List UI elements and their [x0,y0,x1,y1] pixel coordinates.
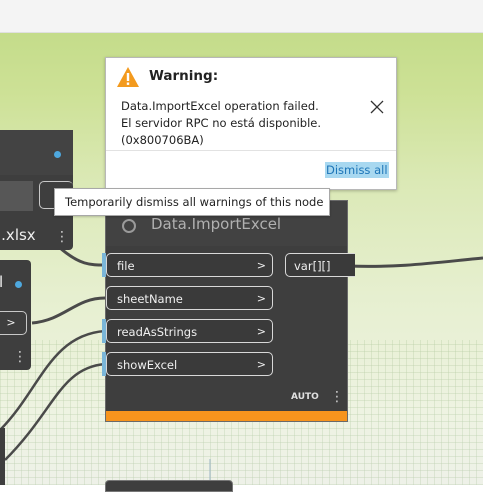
port-marker [102,253,106,277]
node-menu-icon[interactable]: ⋮ [330,390,344,404]
node-menu-icon[interactable]: ⋮ [55,230,69,244]
port-label: readAsStrings [117,325,198,339]
chevron-right-icon: > [6,316,16,329]
port-label: file [117,259,135,273]
input-port-file[interactable]: file > [102,253,273,277]
lacing-label: AUTO [291,392,319,402]
node-header [0,130,73,175]
node-menu-icon[interactable]: ⋮ [13,350,27,364]
input-port-readasstrings[interactable]: readAsStrings > [102,319,273,343]
node-title: l [0,273,4,291]
port-marker [102,352,106,376]
port-label: showExcel [117,358,178,372]
warning-popup: Warning: Data.ImportExcel operation fail… [105,57,397,190]
chevron-right-icon: > [256,358,266,371]
warning-message-line1: Data.ImportExcel operation failed. [121,99,319,113]
status-dot [54,151,61,158]
port-label: var[][] [294,259,331,273]
input-port-sheetname[interactable]: sheetName > [106,286,273,310]
dismiss-all-button[interactable]: Dismiss all [325,162,389,178]
input-port-showexcel[interactable]: showExcel > [102,352,273,376]
path-field[interactable] [0,181,33,211]
wire-showexcel [4,362,106,461]
divider [106,150,396,151]
output-port[interactable]: var[][] [285,253,355,277]
warning-triangle-icon [117,67,139,87]
output-port[interactable]: > [0,311,27,335]
search-icon [122,219,136,233]
node-title: Data.ImportExcel [151,215,282,233]
chevron-right-icon: > [256,259,266,272]
wire-sheetname [31,296,106,325]
warning-message-line3: (0x800706BA) [121,133,204,147]
left-node-3[interactable] [0,428,5,485]
wire-file [59,246,106,267]
port-marker [102,319,106,343]
warning-message-line2: El servidor RPC no está disponible. [121,116,322,130]
left-node-2[interactable]: l > ⋮ [0,260,31,370]
tooltip: Temporarily dismiss all warnings of this… [54,188,330,216]
chevron-right-icon: > [256,292,266,305]
warning-bar [106,411,347,421]
port-label: sheetName [117,292,183,306]
warning-title: Warning: [149,68,219,84]
status-dot [15,281,22,288]
bottom-node[interactable] [105,480,233,492]
file-name-label: l.xlsx [0,226,36,244]
close-icon[interactable] [370,100,384,114]
data-importexcel-node[interactable]: Data.ImportExcel file > sheetName > read… [102,200,355,422]
wire-output [347,256,483,268]
chevron-right-icon: > [256,325,266,338]
